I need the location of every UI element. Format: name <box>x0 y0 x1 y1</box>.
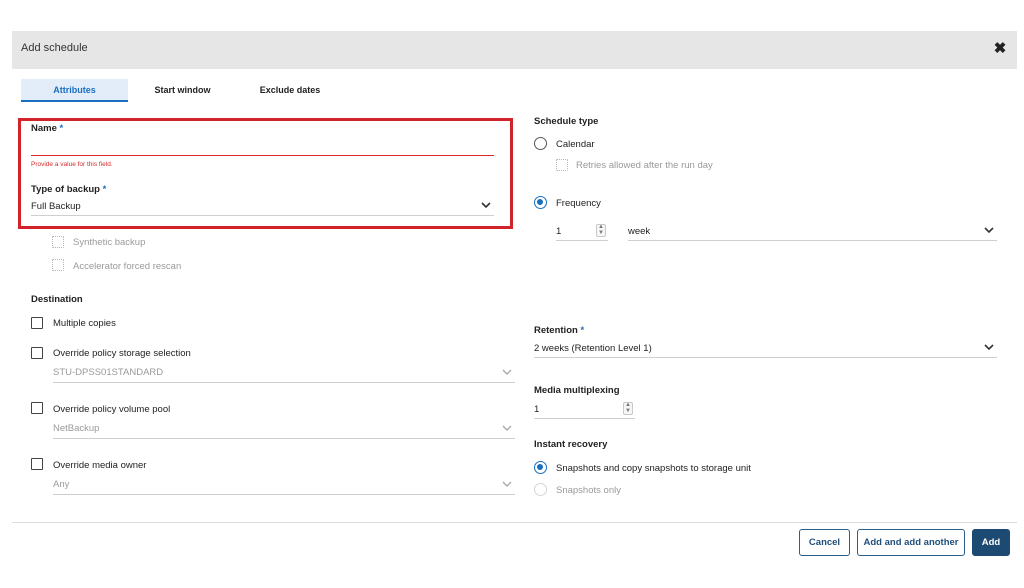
synthetic-backup-label: Synthetic backup <box>73 237 146 248</box>
add-and-add-another-button[interactable]: Add and add another <box>857 529 965 556</box>
retention-label: Retention * <box>534 325 585 336</box>
media-multiplexing-label: Media multiplexing <box>534 385 620 396</box>
backup-type-underline <box>31 215 494 216</box>
synthetic-backup-checkbox[interactable] <box>52 236 64 248</box>
accelerator-checkbox[interactable] <box>52 259 64 271</box>
tab-attributes[interactable]: Attributes <box>21 79 128 102</box>
add-button[interactable]: Add <box>972 529 1010 556</box>
media-owner-underline <box>53 494 515 495</box>
storage-underline <box>53 382 515 383</box>
chevron-down-icon <box>481 202 491 212</box>
name-input[interactable] <box>31 138 494 156</box>
frequency-radio[interactable] <box>534 196 547 209</box>
frequency-number-input[interactable]: 1 ▲ ▼ <box>556 222 608 240</box>
tab-start-window[interactable]: Start window <box>135 79 230 102</box>
override-storage-label: Override policy storage selection <box>53 348 191 359</box>
override-volume-checkbox[interactable] <box>31 402 43 414</box>
instant-recovery-heading: Instant recovery <box>534 439 608 450</box>
frequency-number-underline <box>556 240 608 241</box>
override-media-owner-checkbox[interactable] <box>31 458 43 470</box>
snapshots-only-radio[interactable] <box>534 483 547 496</box>
name-input-underline <box>31 155 494 157</box>
stepper-icon[interactable]: ▲ ▼ <box>596 224 606 237</box>
chevron-down-icon <box>984 227 994 237</box>
dialog-title: Add schedule <box>21 42 88 54</box>
override-volume-label: Override policy volume pool <box>53 404 171 415</box>
snapshots-copy-label: Snapshots and copy snapshots to storage … <box>556 463 751 474</box>
backup-type-label: Type of backup * <box>31 184 107 195</box>
chevron-down-icon <box>502 425 512 435</box>
chevron-down-icon <box>502 369 512 379</box>
accelerator-label: Accelerator forced rescan <box>73 261 182 272</box>
retries-checkbox[interactable] <box>556 159 568 171</box>
multiple-copies-checkbox[interactable] <box>31 317 43 329</box>
multiple-copies-label: Multiple copies <box>53 318 116 329</box>
frequency-unit-underline <box>628 240 997 241</box>
backup-type-select[interactable]: Full Backup <box>31 197 494 215</box>
chevron-down-icon <box>502 481 512 491</box>
media-owner-select[interactable]: Any <box>53 476 515 494</box>
retries-label: Retries allowed after the run day <box>576 160 713 171</box>
calendar-label: Calendar <box>556 139 595 150</box>
name-label: Name * <box>31 123 64 134</box>
frequency-label: Frequency <box>556 198 601 209</box>
chevron-down-icon <box>984 344 994 354</box>
override-media-owner-label: Override media owner <box>53 460 147 471</box>
calendar-radio[interactable] <box>534 137 547 150</box>
schedule-type-heading: Schedule type <box>534 116 599 127</box>
snapshots-only-label: Snapshots only <box>556 485 621 496</box>
volume-select[interactable]: NetBackup <box>53 420 515 438</box>
frequency-unit-select[interactable]: week <box>628 222 997 240</box>
media-multiplexing-underline <box>534 418 635 419</box>
storage-select[interactable]: STU-DPSS01STANDARD <box>53 364 515 382</box>
media-multiplexing-input[interactable]: 1 ▲ ▼ <box>534 400 635 418</box>
stepper-icon[interactable]: ▲ ▼ <box>623 402 633 415</box>
override-storage-checkbox[interactable] <box>31 347 43 359</box>
destination-heading: Destination <box>31 294 83 305</box>
close-icon[interactable]: ✖ <box>992 41 1008 57</box>
cancel-button[interactable]: Cancel <box>799 529 850 556</box>
retention-select[interactable]: 2 weeks (Retention Level 1) <box>534 339 997 357</box>
volume-underline <box>53 438 515 439</box>
retention-underline <box>534 357 997 358</box>
dialog-header: Add schedule ✖ <box>12 31 1017 69</box>
name-error-message: Provide a value for this field. <box>31 161 113 168</box>
snapshots-copy-radio[interactable] <box>534 461 547 474</box>
footer-divider <box>12 522 1017 523</box>
tab-exclude-dates[interactable]: Exclude dates <box>240 79 340 102</box>
